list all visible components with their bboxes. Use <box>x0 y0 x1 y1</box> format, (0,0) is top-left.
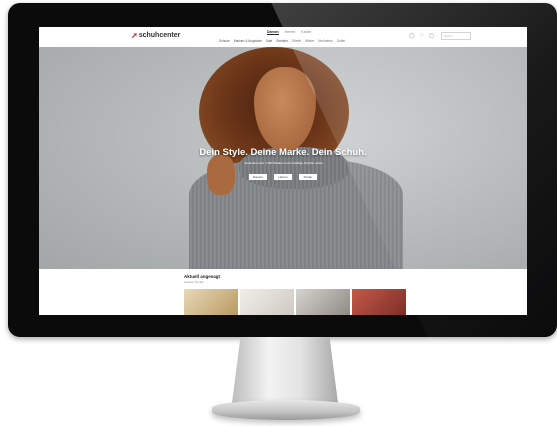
hero-banner[interactable]: Dein Style. Deine Marke. Dein Schuh. Ent… <box>39 47 527 269</box>
nav-item-sneaker[interactable]: Sneaker <box>276 39 288 43</box>
hero-subtext: Entdecke über 1.000 Marken und unzählige… <box>245 161 323 165</box>
main-nav: Schuhe Marken & Angebote Sale Sneaker St… <box>219 39 345 43</box>
hero-button-kinder[interactable]: Kinder <box>299 174 317 180</box>
utility-nav: Damen Herren Kinder <box>267 30 312 35</box>
product-tile[interactable] <box>352 289 406 315</box>
section-subtitle: Unsere Trends <box>184 280 204 284</box>
monitor-stand-neck <box>232 337 338 403</box>
monitor-bezel: ➚ schuhcenter Damen Herren Kinder Schuhe… <box>8 3 557 337</box>
wishlist-icon[interactable]: ♡ <box>420 33 424 39</box>
account-icon[interactable]: ◯ <box>409 33 415 39</box>
nav-item-stiefel[interactable]: Stiefel <box>292 39 301 43</box>
nav-item-schuhe[interactable]: Schuhe <box>219 39 230 43</box>
monitor-screen: ➚ schuhcenter Damen Herren Kinder Schuhe… <box>39 27 527 315</box>
hero-headline: Dein Style. Deine Marke. Dein Schuh. <box>199 147 367 158</box>
logo-text: schuhcenter <box>138 32 181 39</box>
hero-button-damen[interactable]: Damen <box>249 174 267 180</box>
util-nav-damen[interactable]: Damen <box>267 30 279 35</box>
nav-item-outlet[interactable]: Outlet <box>337 39 346 43</box>
search-input[interactable]: Suche <box>441 32 471 40</box>
nav-item-neuheiten[interactable]: Neuheiten <box>318 39 333 43</box>
cart-icon[interactable]: ▢ <box>429 33 434 39</box>
logo-mark-icon: ➚ <box>131 31 138 40</box>
section-title: Aktuell angesagt <box>184 274 221 279</box>
util-nav-kinder[interactable]: Kinder <box>301 30 311 35</box>
product-tile[interactable] <box>240 289 294 315</box>
product-tile[interactable] <box>296 289 350 315</box>
nav-item-sale[interactable]: Sale <box>266 39 272 43</box>
hero-buttons: Damen Herren Kinder <box>39 174 527 180</box>
util-nav-herren[interactable]: Herren <box>285 30 296 35</box>
header-icons: ◯ ♡ ▢ <box>409 33 434 39</box>
monitor-stand-base <box>212 400 360 420</box>
trending-section: Aktuell angesagt Unsere Trends <box>39 269 527 315</box>
site-logo[interactable]: ➚ schuhcenter <box>131 31 180 40</box>
product-tile[interactable] <box>184 289 238 315</box>
site-header: ➚ schuhcenter Damen Herren Kinder Schuhe… <box>39 27 527 48</box>
product-tiles <box>184 289 406 315</box>
nav-item-winter[interactable]: Winter <box>305 39 314 43</box>
hero-button-herren[interactable]: Herren <box>274 174 292 180</box>
nav-item-marken[interactable]: Marken & Angebote <box>234 39 262 43</box>
